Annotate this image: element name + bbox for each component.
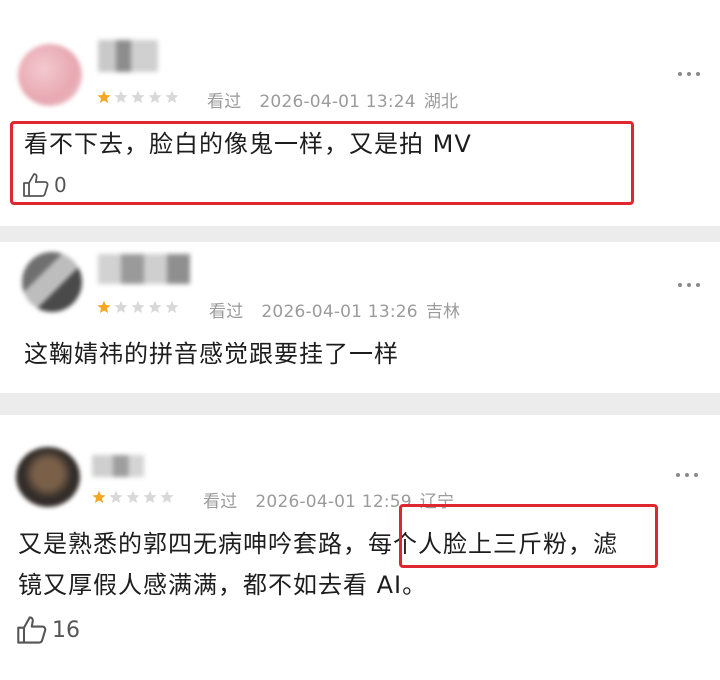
- thumbs-up-icon: [17, 616, 47, 644]
- like-count: 16: [52, 617, 80, 643]
- rating-stars: [97, 300, 179, 314]
- comment-text: 这鞠婧祎的拼音感觉跟要挂了一样: [24, 340, 399, 368]
- star-icon: [160, 490, 174, 504]
- thumbs-up-icon: [23, 173, 49, 197]
- avatar[interactable]: [22, 252, 82, 312]
- divider: [0, 226, 720, 242]
- location: 湖北: [423, 92, 459, 112]
- location: 吉林: [425, 302, 461, 322]
- star-icon: [148, 90, 162, 104]
- highlight-box: [399, 504, 658, 568]
- rating-stars: [92, 490, 174, 504]
- username[interactable]: [98, 254, 190, 284]
- star-icon: [126, 490, 140, 504]
- comment-meta: 看过 2026-04-01 13:24 湖北: [207, 87, 476, 112]
- like-button[interactable]: 0: [22, 172, 67, 198]
- star-icon: [97, 300, 111, 314]
- watched-label: 看过: [209, 302, 244, 322]
- star-icon: [114, 90, 128, 104]
- timestamp: 2026-04-01 13:26: [261, 302, 418, 322]
- timestamp: 2026-04-01 13:24: [259, 92, 416, 112]
- more-dots-icon[interactable]: [678, 72, 700, 76]
- timestamp: 2026-04-01 12:59: [255, 492, 412, 512]
- star-icon: [143, 490, 157, 504]
- like-button[interactable]: 16: [16, 615, 80, 645]
- like-count: 0: [54, 173, 67, 197]
- watched-label: 看过: [203, 492, 238, 512]
- star-icon: [109, 490, 123, 504]
- star-icon: [165, 90, 179, 104]
- avatar[interactable]: [18, 44, 82, 106]
- rating-stars: [97, 90, 179, 104]
- star-icon: [165, 300, 179, 314]
- star-icon: [97, 90, 111, 104]
- username[interactable]: [92, 455, 144, 477]
- divider: [0, 393, 720, 415]
- more-dots-icon[interactable]: [676, 473, 698, 477]
- comment-text: 看不下去，脸白的像鬼一样，又是拍 MV: [24, 130, 472, 158]
- star-icon: [114, 300, 128, 314]
- star-icon: [131, 90, 145, 104]
- star-icon: [148, 300, 162, 314]
- more-dots-icon[interactable]: [678, 283, 700, 287]
- star-icon: [131, 300, 145, 314]
- watched-label: 看过: [207, 92, 242, 112]
- avatar[interactable]: [16, 447, 80, 507]
- comment-text-line-2: 镜又厚假人感满满，都不如去看 AI。: [18, 571, 428, 599]
- username[interactable]: [98, 40, 158, 72]
- comment-meta: 看过 2026-04-01 13:26 吉林: [209, 297, 478, 322]
- text-segment: 又是熟悉的郭四无病呻吟套路，: [18, 530, 368, 558]
- star-icon: [92, 490, 106, 504]
